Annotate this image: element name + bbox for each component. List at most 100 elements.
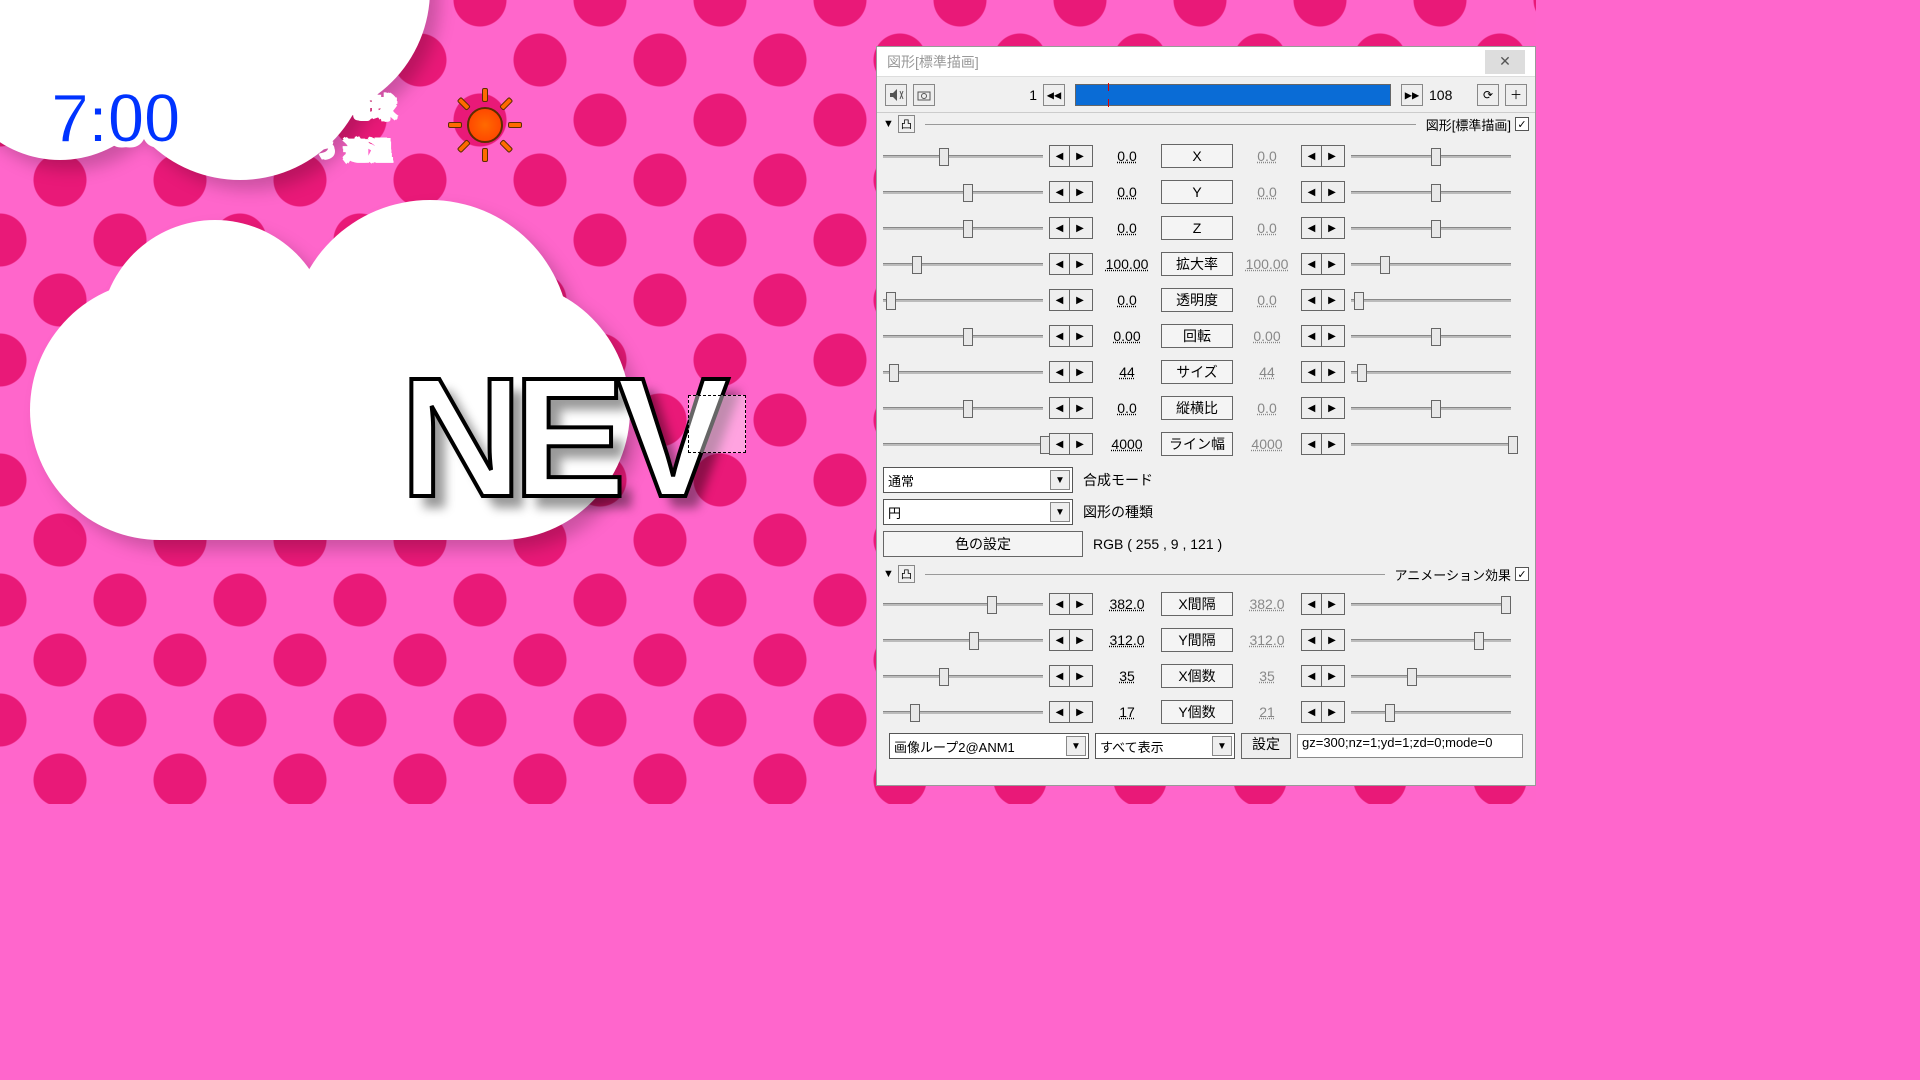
param-value-left[interactable]: 0.0 — [1099, 220, 1155, 236]
param-slider-right[interactable] — [1351, 398, 1511, 418]
add-icon[interactable]: ＋ — [1505, 84, 1527, 106]
arrow-right-icon[interactable]: ▶ — [1322, 182, 1342, 202]
param-label-button[interactable]: 透明度 — [1161, 288, 1233, 312]
param-slider-left[interactable] — [883, 666, 1043, 686]
param-spinner-right[interactable]: ◀▶ — [1301, 433, 1345, 455]
arrow-right-icon[interactable]: ▶ — [1322, 434, 1342, 454]
arrow-right-icon[interactable]: ▶ — [1322, 290, 1342, 310]
param-value-left[interactable]: 0.0 — [1099, 292, 1155, 308]
arrow-left-icon[interactable]: ◀ — [1302, 702, 1322, 722]
arrow-left-icon[interactable]: ◀ — [1302, 594, 1322, 614]
param-slider-left[interactable] — [883, 182, 1043, 202]
param-slider-right[interactable] — [1351, 434, 1511, 454]
arrow-left-icon[interactable]: ◀ — [1050, 702, 1070, 722]
param-spinner-left[interactable]: ◀▶ — [1049, 289, 1093, 311]
close-icon[interactable]: ✕ — [1485, 50, 1525, 74]
param-label-button[interactable]: ライン幅 — [1161, 432, 1233, 456]
anim-script-combo[interactable]: 画像ループ2@ANM1 ▼ — [889, 733, 1089, 759]
arrow-right-icon[interactable]: ▶ — [1322, 666, 1342, 686]
param-slider-left[interactable] — [883, 254, 1043, 274]
param-label-button[interactable]: Y間隔 — [1161, 628, 1233, 652]
param-value-right[interactable]: 4000 — [1239, 436, 1295, 452]
param-label-button[interactable]: X間隔 — [1161, 592, 1233, 616]
arrow-right-icon[interactable]: ▶ — [1322, 146, 1342, 166]
param-value-right[interactable]: 0.0 — [1239, 148, 1295, 164]
section-header-shape[interactable]: ▼ 凸 図形[標準描画] ✓ — [877, 113, 1535, 135]
arrow-right-icon[interactable]: ▶ — [1322, 398, 1342, 418]
param-spinner-left[interactable]: ◀▶ — [1049, 593, 1093, 615]
param-spinner-right[interactable]: ◀▶ — [1301, 217, 1345, 239]
arrow-right-icon[interactable]: ▶ — [1070, 146, 1090, 166]
param-value-right[interactable]: 382.0 — [1239, 596, 1295, 612]
param-spinner-left[interactable]: ◀▶ — [1049, 665, 1093, 687]
arrow-left-icon[interactable]: ◀ — [1050, 146, 1070, 166]
arrow-right-icon[interactable]: ▶ — [1070, 398, 1090, 418]
arrow-right-icon[interactable]: ▶ — [1070, 254, 1090, 274]
param-value-right[interactable]: 0.0 — [1239, 184, 1295, 200]
display-mode-combo[interactable]: すべて表示 ▼ — [1095, 733, 1235, 759]
param-spinner-right[interactable]: ◀▶ — [1301, 701, 1345, 723]
arrow-left-icon[interactable]: ◀ — [1050, 254, 1070, 274]
arrow-left-icon[interactable]: ◀ — [1050, 434, 1070, 454]
arrow-left-icon[interactable]: ◀ — [1050, 630, 1070, 650]
section-header-animation[interactable]: ▼ 凸 アニメーション効果 ✓ — [877, 563, 1535, 585]
param-slider-left[interactable] — [883, 146, 1043, 166]
camera-icon[interactable] — [913, 84, 935, 106]
param-slider-right[interactable] — [1351, 326, 1511, 346]
param-label-button[interactable]: Y個数 — [1161, 700, 1233, 724]
arrow-right-icon[interactable]: ▶ — [1070, 362, 1090, 382]
section-checkbox[interactable]: ✓ — [1515, 117, 1529, 131]
arrow-left-icon[interactable]: ◀ — [1050, 290, 1070, 310]
param-slider-right[interactable] — [1351, 182, 1511, 202]
param-string-field[interactable]: gz=300;nz=1;yd=1;zd=0;mode=0 — [1297, 734, 1523, 758]
param-slider-left[interactable] — [883, 702, 1043, 722]
arrow-right-icon[interactable]: ▶ — [1322, 218, 1342, 238]
param-spinner-left[interactable]: ◀▶ — [1049, 145, 1093, 167]
arrow-left-icon[interactable]: ◀ — [1302, 326, 1322, 346]
param-slider-right[interactable] — [1351, 218, 1511, 238]
param-slider-right[interactable] — [1351, 630, 1511, 650]
param-value-right[interactable]: 0.0 — [1239, 400, 1295, 416]
param-slider-left[interactable] — [883, 434, 1043, 454]
settings-button[interactable]: 設定 — [1241, 733, 1291, 759]
arrow-right-icon[interactable]: ▶ — [1070, 702, 1090, 722]
arrow-left-icon[interactable]: ◀ — [1050, 326, 1070, 346]
arrow-left-icon[interactable]: ◀ — [1302, 254, 1322, 274]
param-spinner-right[interactable]: ◀▶ — [1301, 145, 1345, 167]
param-spinner-left[interactable]: ◀▶ — [1049, 701, 1093, 723]
param-spinner-left[interactable]: ◀▶ — [1049, 433, 1093, 455]
arrow-right-icon[interactable]: ▶ — [1070, 326, 1090, 346]
param-slider-left[interactable] — [883, 398, 1043, 418]
param-spinner-left[interactable]: ◀▶ — [1049, 325, 1093, 347]
param-value-left[interactable]: 0.0 — [1099, 184, 1155, 200]
param-slider-right[interactable] — [1351, 702, 1511, 722]
param-spinner-right[interactable]: ◀▶ — [1301, 325, 1345, 347]
arrow-left-icon[interactable]: ◀ — [1302, 630, 1322, 650]
param-spinner-left[interactable]: ◀▶ — [1049, 629, 1093, 651]
section-checkbox[interactable]: ✓ — [1515, 567, 1529, 581]
arrow-right-icon[interactable]: ▶ — [1070, 434, 1090, 454]
param-label-button[interactable]: 縦横比 — [1161, 396, 1233, 420]
seek-bar[interactable] — [1075, 84, 1391, 106]
arrow-left-icon[interactable]: ◀ — [1050, 362, 1070, 382]
param-value-left[interactable]: 100.00 — [1099, 256, 1155, 272]
param-spinner-right[interactable]: ◀▶ — [1301, 361, 1345, 383]
toggle-icon[interactable]: 凸 — [898, 115, 915, 133]
arrow-left-icon[interactable]: ◀ — [1302, 182, 1322, 202]
arrow-right-icon[interactable]: ▶ — [1070, 594, 1090, 614]
param-label-button[interactable]: 回転 — [1161, 324, 1233, 348]
param-slider-left[interactable] — [883, 594, 1043, 614]
param-spinner-right[interactable]: ◀▶ — [1301, 181, 1345, 203]
arrow-left-icon[interactable]: ◀ — [1050, 182, 1070, 202]
param-slider-right[interactable] — [1351, 290, 1511, 310]
param-value-right[interactable]: 35 — [1239, 668, 1295, 684]
param-slider-right[interactable] — [1351, 362, 1511, 382]
selection-marker[interactable] — [688, 395, 746, 453]
param-slider-left[interactable] — [883, 218, 1043, 238]
panel-titlebar[interactable]: 図形[標準描画] ✕ — [877, 47, 1535, 77]
arrow-right-icon[interactable]: ▶ — [1322, 702, 1342, 722]
arrow-left-icon[interactable]: ◀ — [1050, 666, 1070, 686]
param-spinner-left[interactable]: ◀▶ — [1049, 397, 1093, 419]
arrow-left-icon[interactable]: ◀ — [1302, 398, 1322, 418]
param-label-button[interactable]: X — [1161, 144, 1233, 168]
